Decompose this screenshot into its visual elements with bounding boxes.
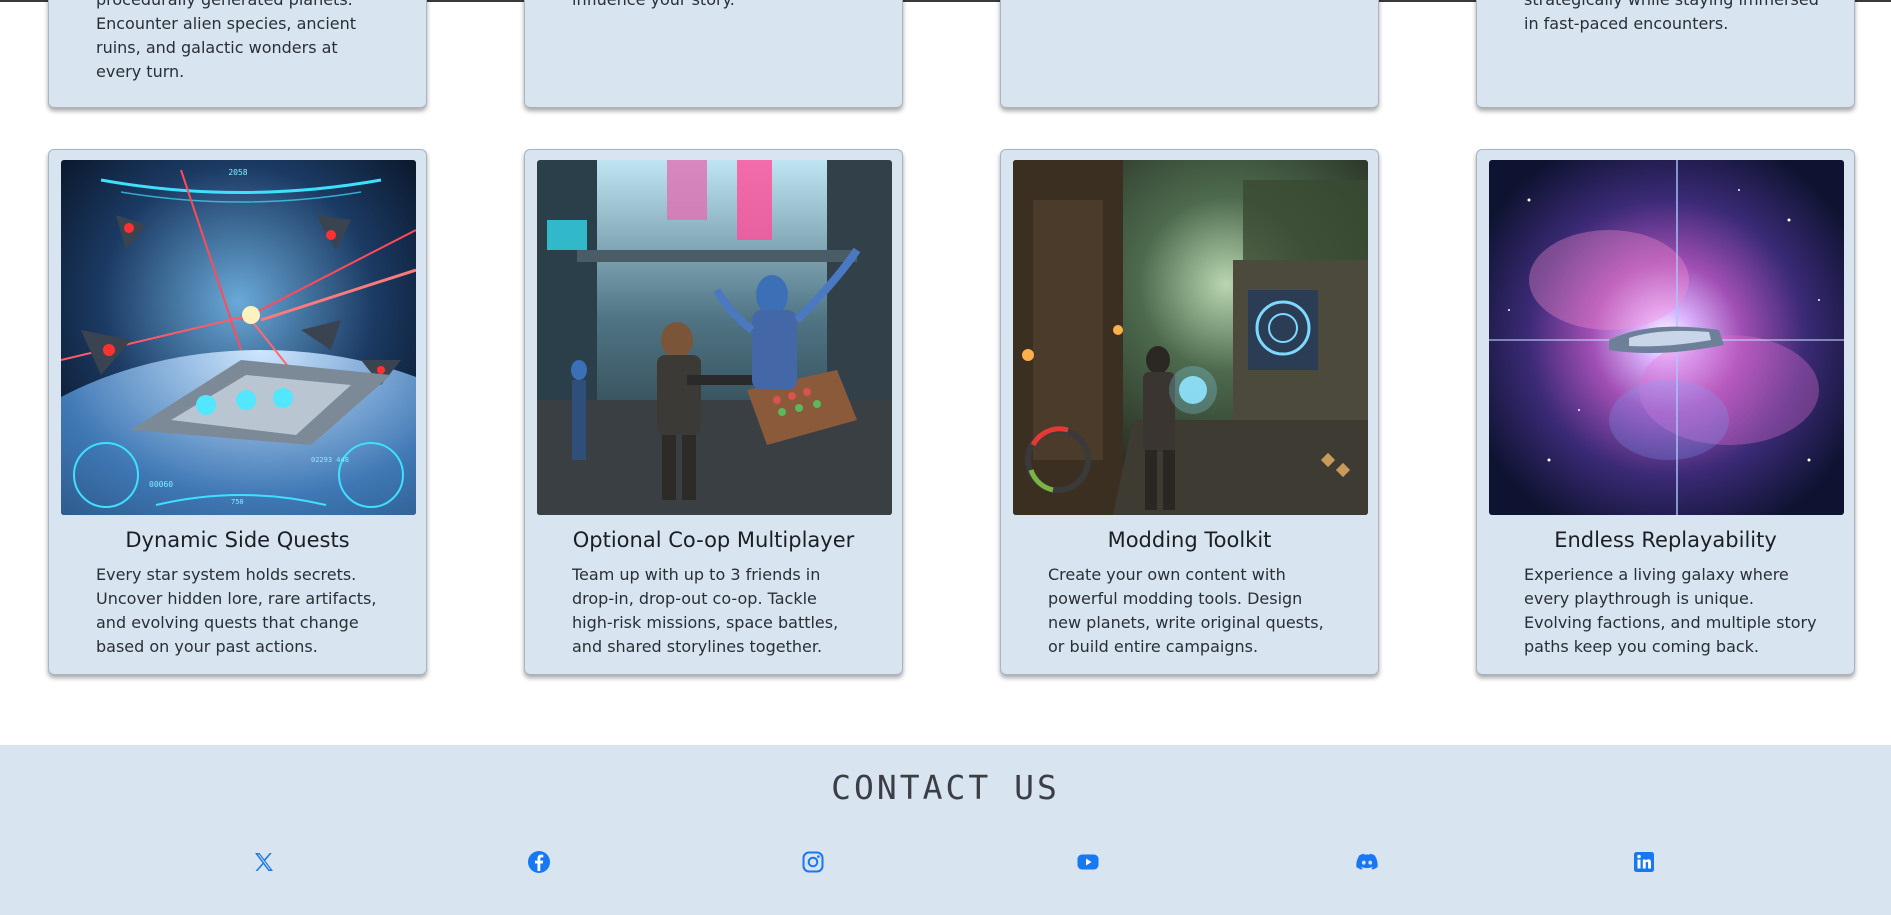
contact-footer: CONTACT US xyxy=(0,745,1891,915)
hud-speed: 750 xyxy=(231,498,244,506)
alien-market-image xyxy=(537,160,892,515)
nebula-ship-image xyxy=(1489,160,1844,515)
youtube-icon[interactable] xyxy=(1075,849,1101,875)
nebula-ship-illustration xyxy=(1489,160,1844,515)
alien-market-illustration xyxy=(537,160,892,515)
discord-icon[interactable] xyxy=(1354,849,1380,875)
space-battle-image: 2058 00060 02293 448 750 xyxy=(61,160,416,515)
jungle-ruins-illustration xyxy=(1013,160,1368,515)
card-description: Team up with up to 3 friends in drop-in,… xyxy=(572,565,839,656)
hud-year: 2058 xyxy=(228,168,247,177)
space-battle-illustration: 2058 00060 02293 448 750 xyxy=(61,160,416,515)
card-title: Optional Co-op Multiplayer xyxy=(572,528,855,552)
hud-readout: 02293 448 xyxy=(311,456,349,464)
x-icon[interactable] xyxy=(251,849,277,875)
card-title: Modding Toolkit xyxy=(1107,528,1272,552)
card-description: influence your story. xyxy=(572,0,862,12)
hud-score: 00060 xyxy=(149,480,173,489)
feature-card: influence your story. xyxy=(524,0,903,108)
card-title: Endless Replayability xyxy=(1554,528,1777,552)
feature-card: Endless Replayability Experience a livin… xyxy=(1476,149,1855,675)
contact-title: CONTACT US xyxy=(831,768,1060,807)
card-description: Create your own content with powerful mo… xyxy=(1048,565,1324,656)
page: procedurally generated planets. Encounte… xyxy=(0,0,1891,915)
card-description: Experience a living galaxy where every p… xyxy=(1524,565,1817,656)
feature-card: strategically while staying immersed in … xyxy=(1476,0,1855,108)
card-description: strategically while staying immersed in … xyxy=(1524,0,1819,33)
card-title: Dynamic Side Quests xyxy=(125,528,350,552)
jungle-ruins-image xyxy=(1013,160,1368,515)
instagram-icon[interactable] xyxy=(800,849,826,875)
card-description: procedurally generated planets. Encounte… xyxy=(96,0,357,81)
linkedin-icon[interactable] xyxy=(1631,849,1657,875)
facebook-icon[interactable] xyxy=(526,849,552,875)
card-description: Every star system holds secrets. Uncover… xyxy=(96,565,377,656)
feature-card: Optional Co-op Multiplayer Team up with … xyxy=(524,149,903,675)
feature-card: Modding Toolkit Create your own content … xyxy=(1000,149,1379,675)
feature-card: procedurally generated planets. Encounte… xyxy=(48,0,427,108)
feature-card xyxy=(1000,0,1379,108)
feature-card: 2058 00060 02293 448 750 Dynamic Side Qu… xyxy=(48,149,427,675)
